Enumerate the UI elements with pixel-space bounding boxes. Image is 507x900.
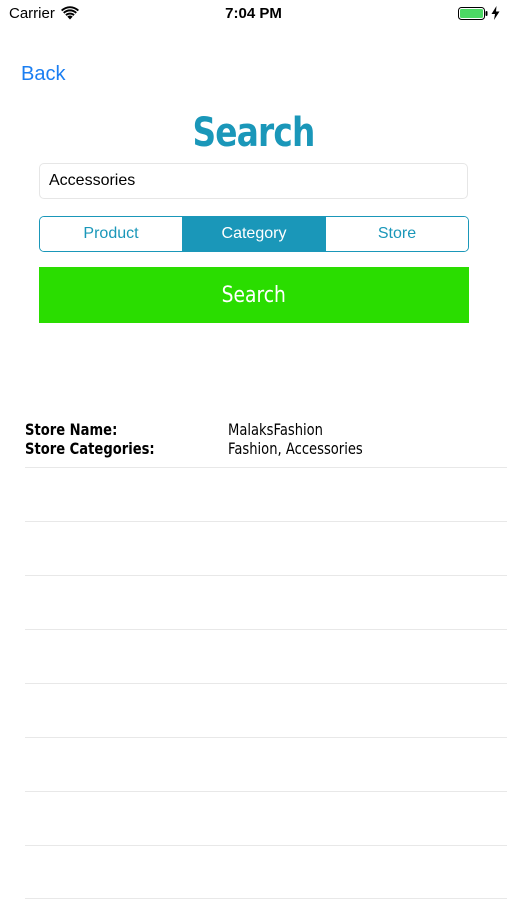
store-name-label: Store Name: [25, 420, 118, 439]
search-button[interactable]: Search [39, 267, 469, 323]
charging-bolt-icon [491, 6, 500, 20]
store-categories-label: Store Categories: [25, 439, 155, 458]
table-separator [25, 898, 507, 899]
table-separator [25, 791, 507, 792]
search-input[interactable] [39, 163, 468, 199]
back-button[interactable]: Back [21, 63, 65, 86]
table-separator [25, 521, 507, 522]
segment-category[interactable]: Category [182, 217, 325, 251]
table-separator [25, 467, 507, 468]
store-categories-value: Fashion, Accessories [228, 439, 363, 458]
search-type-segmented-control: Product Category Store [39, 216, 469, 252]
table-separator [25, 683, 507, 684]
table-separator [25, 629, 507, 630]
segment-store[interactable]: Store [325, 217, 468, 251]
clock: 7:04 PM [225, 5, 282, 22]
table-separator [25, 845, 507, 846]
store-name-value: MalaksFashion [228, 420, 324, 439]
table-separator [25, 575, 507, 576]
table-separator [25, 737, 507, 738]
battery-icon [458, 7, 488, 20]
result-row[interactable]: Store Name: MalaksFashion Store Categori… [25, 419, 507, 467]
search-button-label: Search [221, 282, 287, 308]
segment-product[interactable]: Product [40, 217, 182, 251]
page-title: Search [192, 110, 315, 156]
status-bar: Carrier 7:04 PM [0, 0, 507, 28]
